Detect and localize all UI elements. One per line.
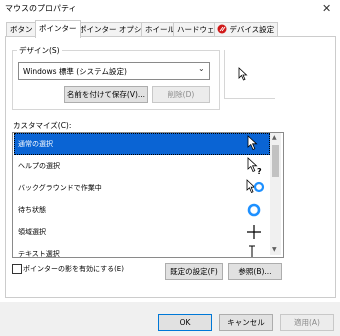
chevron-down-icon[interactable]: ⌄ [198, 64, 205, 73]
list-item[interactable]: ヘルプの選択 ? [14, 155, 270, 177]
list-item[interactable]: 通常の選択 [14, 133, 270, 155]
list-item[interactable]: 領域選択 [14, 221, 270, 243]
list-item-label: 領域選択 [18, 228, 46, 236]
cursor-list[interactable]: 通常の選択 ヘルプの選択 ? バックグラウンドで作業中 待ち状態 領域選択 テキ… [12, 132, 284, 258]
device-settings-icon [217, 24, 227, 34]
pointer-preview [224, 50, 275, 99]
crosshair-icon [247, 225, 261, 239]
list-item-label: 待ち状態 [18, 206, 46, 214]
scroll-up-icon[interactable]: ▲ [272, 134, 277, 141]
save-as-button[interactable]: 名前を付けて保存(V)... [64, 86, 148, 103]
text-ibeam-icon [249, 245, 255, 257]
list-item[interactable]: 待ち状態 [14, 199, 270, 221]
busy-ring-icon [247, 203, 261, 217]
scroll-down-icon[interactable]: ▼ [272, 246, 277, 253]
list-item[interactable]: テキスト選択 [14, 243, 270, 258]
tab-device-settings-label: デバイス設定 [229, 25, 275, 34]
shadow-checkbox[interactable] [12, 264, 22, 274]
window-title: マウスのプロパティ [5, 4, 77, 13]
scheme-value: Windows 標準 (システム設定) [23, 67, 127, 76]
shadow-checkbox-label[interactable]: ポインターの影を有効にする(E) [23, 264, 124, 274]
list-item-label: バックグラウンドで作業中 [18, 184, 102, 192]
design-group-label: デザイン(S) [17, 45, 62, 56]
arrow-pointer-icon [247, 135, 258, 151]
working-in-background-icon [246, 179, 265, 194]
cancel-button[interactable]: キャンセル [219, 314, 273, 331]
customize-label: カスタマイズ(C): [13, 121, 72, 130]
help-pointer-icon: ? [247, 157, 262, 175]
tab-buttons[interactable]: ボタン [6, 22, 37, 37]
list-item[interactable]: バックグラウンドで作業中 [14, 177, 270, 199]
tab-pointers[interactable]: ポインター [35, 20, 81, 38]
delete-button[interactable]: 削除(D) [152, 86, 210, 103]
list-item-label: 通常の選択 [18, 140, 53, 148]
ok-button[interactable]: OK [158, 314, 212, 331]
use-default-button[interactable]: 既定の設定(F) [165, 263, 223, 280]
browse-button[interactable]: 参照(B)... [228, 263, 282, 280]
tab-device-settings[interactable]: デバイス設定 [214, 22, 279, 37]
apply-button[interactable]: 適用(A) [280, 314, 334, 331]
close-icon[interactable]: ✕ [322, 2, 331, 15]
list-item-label: テキスト選択 [18, 250, 60, 258]
scrollbar-thumb[interactable] [272, 145, 279, 177]
list-item-label: ヘルプの選択 [18, 162, 60, 170]
preview-arrow-icon [238, 67, 248, 81]
svg-text:?: ? [257, 167, 262, 175]
